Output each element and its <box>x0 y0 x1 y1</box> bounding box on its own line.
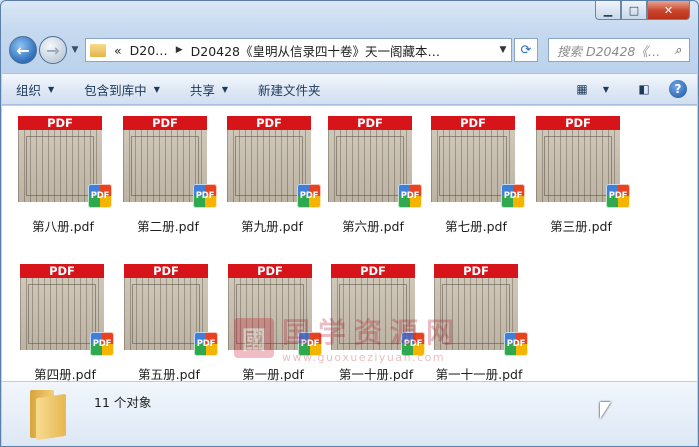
caret-down-icon: ▼ <box>221 84 229 94</box>
refresh-button[interactable]: ⟳ <box>514 38 538 62</box>
chevron-right-icon[interactable]: ▶ <box>176 45 183 55</box>
close-button[interactable]: ✕ <box>647 1 690 20</box>
file-item[interactable]: PDF PDF 第九册.pdf <box>211 106 321 236</box>
caret-down-icon: ▼ <box>153 84 160 94</box>
view-options-icon[interactable]: ▦ <box>571 79 593 99</box>
navigation-bar: ← → ▼ « D20… ▶ D20428《皇明从信录四十卷》天一阁藏本… ▼ … <box>9 35 690 65</box>
chevron-down-icon[interactable]: ▼ <box>495 45 511 55</box>
breadcrumb-overflow[interactable]: « <box>114 43 122 58</box>
share-menu[interactable]: 共享 ▼ <box>190 80 228 99</box>
file-item[interactable]: PDF PDF 第三册.pdf <box>520 106 630 236</box>
pdf-band: PDF <box>124 264 208 278</box>
search-icon[interactable]: ⌕ <box>667 42 689 58</box>
share-label: 共享 <box>189 82 215 98</box>
command-bar: 组织 ▼ 包含到库中 ▼ 共享 ▼ 新建文件夹 ▦ ▼ ◧ ? <box>2 73 697 105</box>
caret-down-icon: ▼ <box>48 84 55 94</box>
file-list: PDF PDF 第八册.pdf PDF PDF 第二册.pdf PDF PDF … <box>2 106 697 384</box>
pdf-band: PDF <box>20 264 104 278</box>
view-dropdown-icon[interactable]: ▼ <box>595 79 617 99</box>
explorer-window: ▁ □ ✕ ← → ▼ « D20… ▶ D20428《皇明从信录四十卷》天一阁… <box>0 0 699 447</box>
file-item[interactable]: PDF PDF 第八册.pdf <box>2 106 112 236</box>
refresh-icon: ⟳ <box>520 42 532 58</box>
file-item[interactable]: PDF PDF 第七册.pdf <box>415 106 525 236</box>
search-input[interactable]: 搜索 D20428《… ⌕ <box>548 38 690 62</box>
pdf-band: PDF <box>331 264 415 278</box>
address-bar[interactable]: « D20… ▶ D20428《皇明从信录四十卷》天一阁藏本… ▼ <box>85 38 512 62</box>
minimize-button[interactable]: ▁ <box>595 1 621 20</box>
breadcrumb-item[interactable]: D20… <box>130 43 168 58</box>
folder-icon <box>90 43 106 57</box>
pdf-app-icon: PDF <box>504 332 528 356</box>
pdf-band: PDF <box>123 116 207 130</box>
item-count: 11 个对象 <box>94 395 152 410</box>
file-item[interactable]: PDF PDF 第一十册.pdf <box>315 254 425 384</box>
file-name: 第三册.pdf <box>550 219 612 234</box>
file-item[interactable]: PDF PDF 第六册.pdf <box>312 106 422 236</box>
recent-pages-dropdown[interactable]: ▼ <box>69 45 81 55</box>
pdf-band: PDF <box>227 116 311 130</box>
pdf-band: PDF <box>328 116 412 130</box>
file-item[interactable]: PDF PDF 第五册.pdf <box>108 254 218 384</box>
breadcrumb-item-current[interactable]: D20428《皇明从信录四十卷》天一阁藏本… <box>191 41 440 60</box>
include-library-label: 包含到库中 <box>84 82 147 98</box>
file-item[interactable]: PDF PDF 第四册.pdf <box>4 254 114 384</box>
search-placeholder: 搜索 D20428《… <box>557 43 661 59</box>
new-folder-label: 新建文件夹 <box>258 82 321 98</box>
file-item[interactable]: PDF PDF 第二册.pdf <box>107 106 217 236</box>
pdf-app-icon: PDF <box>606 184 630 208</box>
mouse-cursor-icon <box>600 402 611 419</box>
pdf-band: PDF <box>434 264 518 278</box>
pdf-band: PDF <box>228 264 312 278</box>
details-pane: 11 个对象 <box>2 381 697 446</box>
organize-label: 组织 <box>16 82 42 98</box>
include-in-library-menu[interactable]: 包含到库中 ▼ <box>84 80 160 99</box>
pdf-band: PDF <box>18 116 102 130</box>
new-folder-button[interactable]: 新建文件夹 <box>258 80 321 99</box>
file-item[interactable]: PDF PDF 第一十一册.pdf <box>418 254 528 384</box>
preview-pane-icon[interactable]: ◧ <box>633 79 655 99</box>
organize-menu[interactable]: 组织 ▼ <box>16 80 54 99</box>
help-icon[interactable]: ? <box>669 80 687 98</box>
pdf-band: PDF <box>431 116 515 130</box>
folder-icon <box>30 390 68 441</box>
pdf-band: PDF <box>536 116 620 130</box>
maximize-button[interactable]: □ <box>621 1 647 20</box>
caption-buttons: ▁ □ ✕ <box>595 1 690 20</box>
back-button[interactable]: ← <box>9 36 37 64</box>
forward-button[interactable]: → <box>39 36 67 64</box>
file-item[interactable]: PDF PDF 第一册.pdf <box>212 254 322 384</box>
